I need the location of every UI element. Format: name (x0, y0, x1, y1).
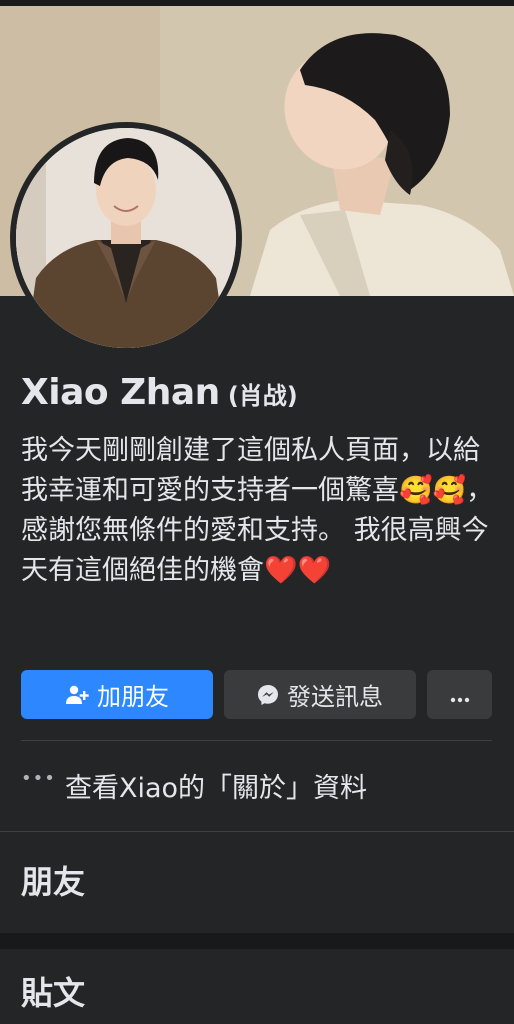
profile-name-row: Xiao Zhan (肖战) (21, 372, 298, 413)
send-message-button[interactable]: 發送訊息 (224, 670, 416, 719)
add-friend-label: 加朋友 (97, 683, 169, 711)
add-friend-icon (65, 685, 89, 705)
profile-alternate-name: (肖战) (227, 382, 298, 410)
profile-bio: 我今天剛剛創建了這個私人頁面，以給我幸運和可愛的支持者一個驚喜🥰🥰，感謝您無條件… (21, 435, 494, 586)
add-friend-button[interactable]: 加朋友 (21, 670, 213, 719)
more-horizontal-icon (450, 681, 470, 709)
profile-avatar[interactable] (16, 128, 236, 348)
profile-name: Xiao Zhan (21, 372, 220, 413)
about-link[interactable]: ••• 查看Xiao的「關於」資料 (21, 766, 367, 805)
divider (21, 740, 492, 741)
section-divider (0, 831, 514, 832)
section-separator (0, 933, 514, 949)
more-options-button[interactable] (427, 670, 492, 719)
messenger-icon (257, 684, 279, 706)
friends-section-title[interactable]: 朋友 (21, 857, 85, 903)
more-dots-icon: ••• (21, 768, 56, 789)
posts-section-title[interactable]: 貼文 (21, 968, 85, 1014)
about-link-label: 查看Xiao的「關於」資料 (65, 773, 368, 804)
avatar-image (16, 128, 236, 348)
send-message-label: 發送訊息 (287, 683, 383, 711)
